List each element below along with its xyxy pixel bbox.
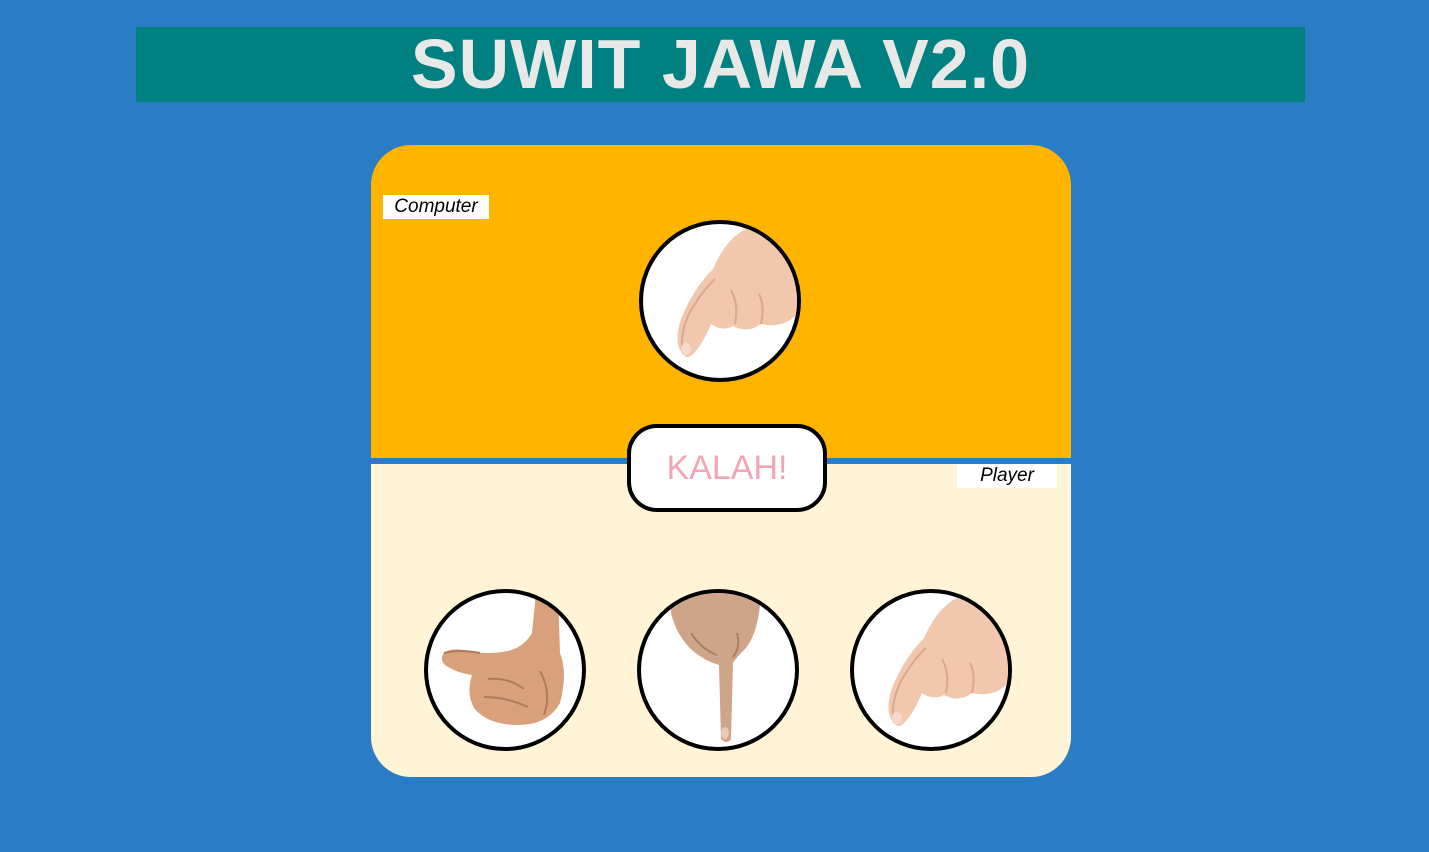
player-choice-thumb-icon[interactable]: [424, 589, 586, 751]
player-choice-index-icon[interactable]: [637, 589, 799, 751]
computer-label: Computer: [383, 195, 489, 219]
computer-choice-pinky-icon: [639, 220, 801, 382]
player-label: Player: [957, 464, 1057, 488]
player-choice-pinky-icon[interactable]: [850, 589, 1012, 751]
page-title: SUWIT JAWA V2.0: [410, 25, 1031, 103]
title-bar: SUWIT JAWA V2.0: [136, 27, 1305, 102]
computer-area: Computer: [371, 145, 1071, 458]
result-badge: KALAH!: [627, 424, 827, 512]
